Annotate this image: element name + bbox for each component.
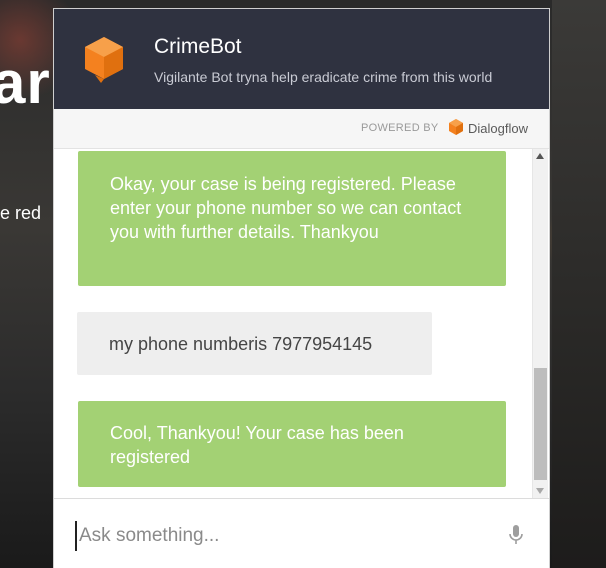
bot-message: Cool, Thankyou! Your case has been regis…	[78, 401, 506, 487]
bot-title: CrimeBot	[154, 35, 242, 58]
bot-message: Okay, your case is being registered. Ple…	[78, 151, 506, 286]
background-text: e red	[0, 203, 42, 223]
cube-icon	[85, 37, 123, 83]
chat-input-area	[54, 498, 549, 568]
chat-input[interactable]	[75, 521, 501, 551]
microphone-icon[interactable]	[508, 524, 524, 546]
scroll-up-arrow-icon[interactable]	[536, 153, 544, 159]
scrollbar-thumb[interactable]	[534, 368, 547, 480]
message-list: Okay, your case is being registered. Ple…	[54, 149, 532, 498]
powered-by-bar: POWERED BY Dialogflow	[54, 109, 549, 149]
message-scrollbar[interactable]	[532, 149, 548, 498]
dialogflow-icon	[449, 119, 463, 135]
powered-by-label: POWERED BY	[361, 122, 439, 134]
background-image-strip	[552, 0, 606, 568]
chat-widget: CrimeBot Vigilante Bot tryna help eradic…	[53, 8, 550, 568]
bot-subtitle: Vigilante Bot tryna help eradicate crime…	[154, 69, 493, 85]
scroll-down-arrow-icon[interactable]	[536, 488, 544, 494]
dialogflow-brand: Dialogflow	[468, 121, 528, 136]
chat-header: CrimeBot Vigilante Bot tryna help eradic…	[54, 9, 549, 109]
user-message: my phone numberis 7977954145	[77, 312, 432, 375]
